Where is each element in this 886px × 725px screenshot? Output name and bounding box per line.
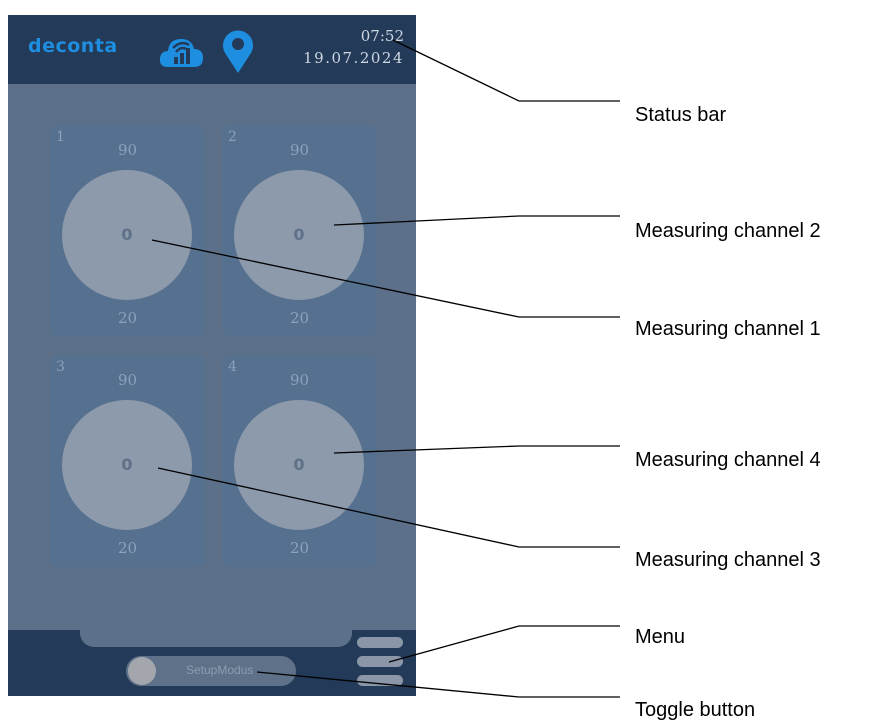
measuring-channel-3[interactable]: 3 90 0 20 <box>50 355 205 567</box>
channel-value: 0 <box>121 225 133 244</box>
hamburger-menu-icon[interactable] <box>357 637 403 687</box>
date-text: 19.07.2024 <box>303 49 404 67</box>
callout-channel-4: Measuring channel 4 <box>635 449 821 471</box>
map-pin-icon <box>223 30 253 74</box>
callout-channel-3: Measuring channel 3 <box>635 549 821 571</box>
setup-mode-toggle[interactable]: SetupModus <box>126 656 296 686</box>
channel-max: 90 <box>289 371 310 389</box>
toggle-knob[interactable] <box>128 657 156 685</box>
channel-value: 0 <box>293 225 305 244</box>
callout-channel-1: Measuring channel 1 <box>635 318 821 340</box>
time-text: 07:52 <box>360 27 404 45</box>
measuring-channel-1[interactable]: 1 90 0 20 <box>50 125 205 337</box>
channel-gauge: 0 <box>62 170 192 300</box>
channel-max: 90 <box>117 371 138 389</box>
date-time: 07:52 19.07.2024 <box>303 25 404 69</box>
menu-bar-line <box>357 656 403 667</box>
measuring-channel-4[interactable]: 4 90 0 20 <box>222 355 377 567</box>
channel-min: 20 <box>289 309 310 327</box>
channel-gauge: 0 <box>234 400 364 530</box>
menu-bar-line <box>357 637 403 648</box>
leader-status-bar <box>392 39 620 102</box>
callout-channel-2: Measuring channel 2 <box>635 220 821 242</box>
channel-min: 20 <box>289 539 310 557</box>
channel-gauge: 0 <box>234 170 364 300</box>
channel-value: 0 <box>293 455 305 474</box>
measuring-channel-2[interactable]: 2 90 0 20 <box>222 125 377 337</box>
callout-toggle: Toggle button <box>635 699 756 721</box>
status-bar: deconta 07:52 19.07.2024 <box>8 15 416 84</box>
deconta-logo: deconta <box>28 35 118 57</box>
callout-status-bar: Status bar <box>635 104 727 126</box>
channel-min: 20 <box>117 539 138 557</box>
channel-gauge: 0 <box>62 400 192 530</box>
bottom-bar-notch <box>80 615 352 647</box>
leader-menu <box>388 625 620 663</box>
channel-value: 0 <box>121 455 133 474</box>
channel-max: 90 <box>117 141 138 159</box>
menu-bar-line <box>357 675 403 686</box>
channel-max: 90 <box>289 141 310 159</box>
channel-min: 20 <box>117 309 138 327</box>
cloud-signal-icon <box>159 39 203 67</box>
callout-menu: Menu <box>635 626 686 648</box>
device-screen: deconta 07:52 19.07.2024 1 90 0 20 2 90 … <box>8 15 416 696</box>
toggle-label: SetupModus <box>186 663 254 677</box>
